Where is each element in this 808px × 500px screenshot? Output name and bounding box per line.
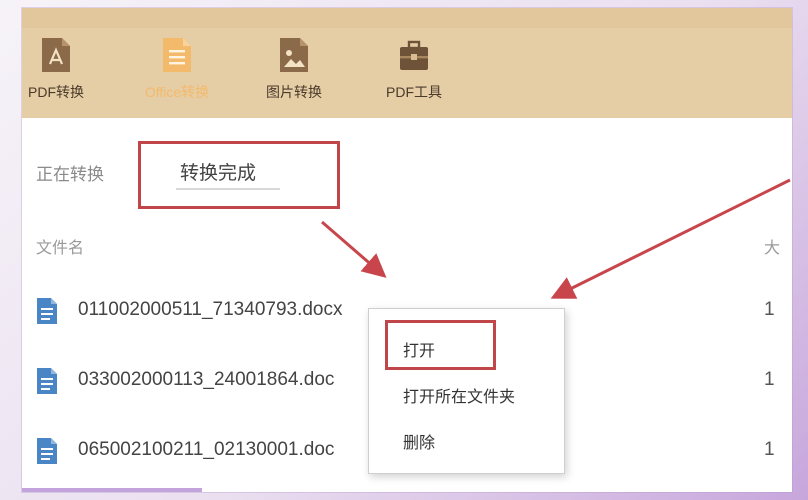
word-file-icon [37,438,57,464]
toolbar-item-label: Office转换 [144,84,210,100]
file-name: 033002000113_24001864.doc [78,369,335,390]
toolbar-item-pdf-tools[interactable]: PDF工具 [378,36,450,102]
file-name: 011002000511_71340793.docx [78,299,343,320]
active-tab-underline [176,188,280,190]
toolbox-icon [400,40,428,70]
menu-item-open[interactable]: 打开 [403,337,435,361]
bottom-accent-bar [22,488,202,492]
menu-item-delete[interactable]: 删除 [403,429,435,453]
toolbar-item-label: 图片转换 [266,84,322,100]
file-size: 1 [764,439,775,460]
toolbar-item-image-convert[interactable]: 图片转换 [258,36,330,102]
toolbar: PDF转换 Office转换 图片转换 PDF工具 [22,8,792,118]
file-name: 065002100211_02130001.doc [78,439,335,460]
app-window: PDF转换 Office转换 图片转换 PDF工具 正在转换 转换完成 文件名 … [22,8,792,492]
image-icon [280,38,308,72]
annotation-highlight-box [385,320,496,370]
toolbar-item-office-convert[interactable]: Office转换 [134,36,220,102]
column-header-filename[interactable]: 文件名 [36,234,84,258]
word-file-icon [37,368,57,394]
file-size: 1 [764,369,775,390]
tab-converting[interactable]: 正在转换 [36,160,104,185]
office-document-icon [163,38,191,72]
context-menu: 打开 打开所在文件夹 删除 [368,308,565,474]
menu-item-open-folder[interactable]: 打开所在文件夹 [403,383,515,407]
conversion-tabs: 正在转换 转换完成 [22,118,792,228]
pdf-icon [42,38,70,72]
toolbar-item-label: PDF工具 [386,84,442,100]
tab-done[interactable]: 转换完成 [180,158,256,185]
word-file-icon [37,298,57,324]
toolbar-top-strip [22,8,792,28]
toolbar-item-pdf-convert[interactable]: PDF转换 [24,36,88,102]
file-size: 1 [764,299,775,320]
toolbar-item-label: PDF转换 [28,84,84,100]
column-header-size[interactable]: 大 [764,234,780,258]
